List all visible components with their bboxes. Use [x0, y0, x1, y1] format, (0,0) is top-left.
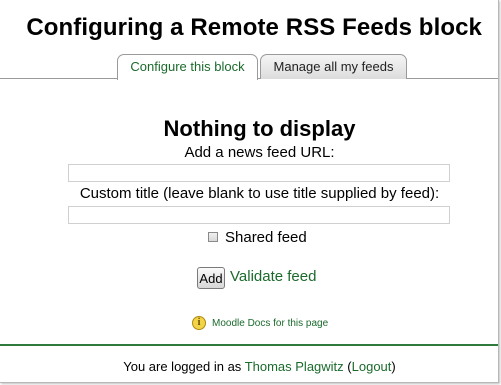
page-title: Configuring a Remote RSS Feeds block: [26, 14, 482, 41]
logged-in-text: You are logged in as: [123, 359, 242, 374]
moodle-docs-link[interactable]: Moodle Docs for this page: [212, 318, 328, 329]
shared-feed-checkbox[interactable]: [208, 232, 218, 242]
docs-help: i Moodle Docs for this page: [192, 315, 328, 331]
tab-manage-feeds[interactable]: Manage all my feeds: [260, 54, 407, 79]
logout-close-paren: ): [391, 359, 396, 374]
tab-configure-block[interactable]: Configure this block: [117, 54, 258, 80]
add-button[interactable]: Add: [197, 267, 225, 289]
info-icon: i: [192, 316, 206, 330]
feed-url-label: Add a news feed URL:: [184, 144, 335, 161]
login-info: You are logged in as Thomas Plagwitz (Lo…: [0, 359, 501, 374]
shared-feed-option[interactable]: Shared feed: [208, 227, 307, 247]
logout-link[interactable]: Logout: [352, 359, 392, 374]
shared-feed-label[interactable]: Shared feed: [225, 229, 307, 246]
user-profile-link[interactable]: Thomas Plagwitz: [245, 359, 344, 374]
custom-title-input[interactable]: [68, 206, 450, 224]
feed-url-input[interactable]: [68, 164, 450, 182]
page-frame: Configuring a Remote RSS Feeds block Con…: [0, 0, 499, 383]
custom-title-label: Custom title (leave blank to use title s…: [79, 185, 440, 202]
empty-state-heading: Nothing to display: [163, 116, 356, 141]
footer-divider: [0, 344, 498, 346]
tab-bar: Configure this block Manage all my feeds: [0, 54, 498, 80]
validate-feed-link[interactable]: Validate feed: [230, 268, 316, 285]
